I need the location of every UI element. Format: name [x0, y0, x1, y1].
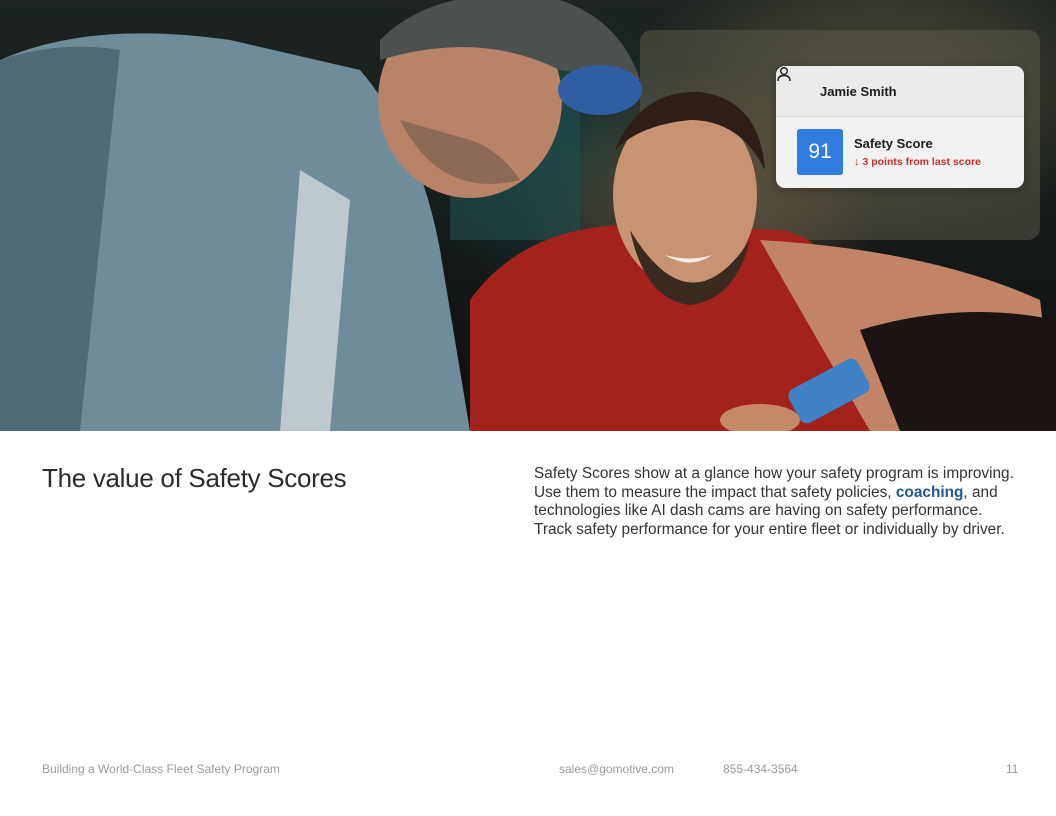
footer-phone: 855-434-3564: [723, 762, 798, 776]
hero-photo-illustration: [0, 0, 1056, 431]
user-icon: [777, 67, 814, 99]
body-paragraph: Safety Scores show at a glance how your …: [534, 465, 1014, 539]
score-change-text: 3 points from last score: [862, 156, 981, 168]
hero-photo: Jamie Smith 91 Safety Score ↓ 3 points f…: [0, 0, 1056, 431]
page-number: 11: [1006, 762, 1019, 776]
coaching-link[interactable]: coaching: [896, 484, 964, 501]
safety-score-card: Jamie Smith 91 Safety Score ↓ 3 points f…: [776, 66, 1024, 188]
page-heading: The value of Safety Scores: [42, 463, 347, 493]
score-row: 91 Safety Score ↓ 3 points from last sco…: [776, 117, 1024, 175]
footer-document-title: Building a World-Class Fleet Safety Prog…: [42, 762, 280, 776]
arrow-down-icon: ↓: [854, 156, 860, 168]
score-label: Safety Score: [854, 136, 933, 151]
driver-name: Jamie Smith: [820, 83, 897, 99]
score-value: 91: [797, 129, 843, 175]
score-change: ↓ 3 points from last score: [854, 156, 981, 168]
score-info: Safety Score ↓ 3 points from last score: [854, 136, 981, 168]
footer-email[interactable]: sales@gomotive.com: [559, 762, 674, 776]
card-header: Jamie Smith: [776, 66, 1024, 117]
